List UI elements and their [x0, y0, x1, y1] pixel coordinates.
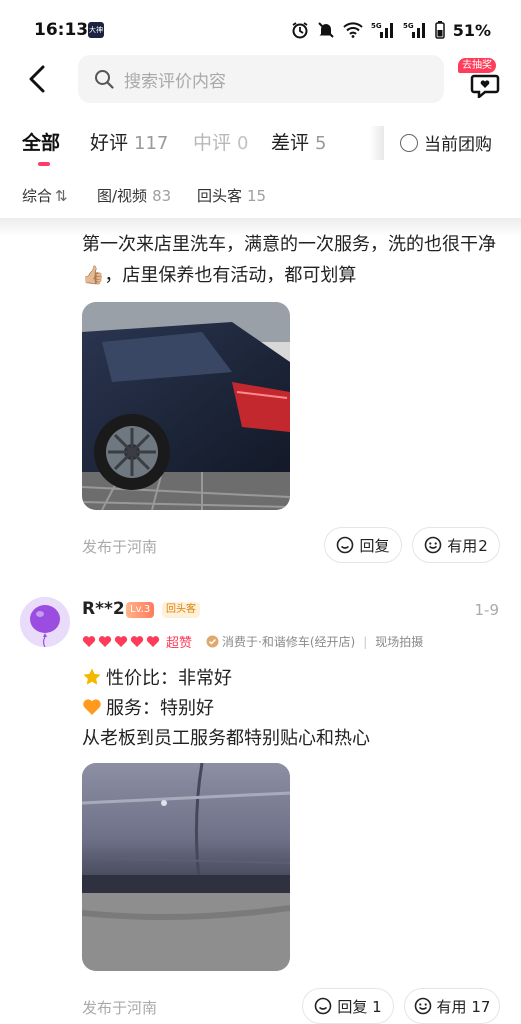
returning-filter[interactable]: 回头客 15: [197, 185, 266, 206]
capture-label: 现场拍摄: [375, 635, 424, 649]
rating-tabs: 全部 好评 117 中评 0 差评 5 当前团购: [0, 118, 521, 166]
tab-positive[interactable]: 好评 117: [90, 128, 168, 155]
useful-button[interactable]: 有用2: [412, 527, 500, 563]
tab-count: 0: [237, 133, 249, 154]
shop-info: 消费于·和谐修车(经开店) | 现场拍摄: [206, 633, 423, 650]
useful-button[interactable]: 有用 17: [404, 988, 500, 1024]
smile-icon: [414, 997, 431, 1015]
gift-heart-icon: [470, 74, 500, 98]
review-date: 1-9: [474, 601, 500, 619]
reply-button[interactable]: 回复: [324, 527, 402, 563]
post-location: 发布于河南: [82, 538, 158, 556]
signal-5g-icon-2: 5G: [403, 22, 425, 38]
radio-icon: [400, 133, 418, 152]
attribute-price: 性价比：非常好: [82, 664, 232, 690]
signal-5g-icon: 5G: [371, 22, 393, 38]
sub-filters: 综合 ⇅ 图/视频 83 回头客 15: [0, 180, 521, 210]
balloon-avatar-icon: [20, 597, 70, 647]
wifi-icon: [343, 22, 363, 38]
tabs-fade: [370, 126, 384, 160]
username[interactable]: R**2: [82, 599, 125, 619]
status-bar: 16:13 大神 5G 5G 51%: [0, 0, 521, 52]
status-time: 16:13: [34, 20, 89, 40]
battery-level: 51%: [452, 20, 491, 40]
search-input[interactable]: 搜索评价内容: [78, 55, 444, 103]
sort-icon: ⇅: [55, 187, 68, 205]
svg-text:5G: 5G: [371, 22, 382, 30]
active-tab-indicator: [38, 162, 50, 166]
reply-icon: [337, 536, 354, 554]
tab-neutral[interactable]: 中评 0: [193, 128, 248, 155]
search-icon: [95, 70, 114, 89]
app-notification-icon: 大神: [88, 22, 104, 38]
chevron-left-icon: [29, 65, 45, 93]
media-filter[interactable]: 图/视频 83: [97, 185, 171, 206]
review-photo[interactable]: [82, 763, 290, 971]
reply-icon: [315, 997, 332, 1015]
top-bar: 搜索评价内容 去抽奖: [0, 52, 521, 108]
tab-count: 5: [315, 133, 327, 154]
heart-icon: [98, 636, 112, 647]
verified-icon: [206, 635, 219, 648]
post-location: 发布于河南: [82, 999, 158, 1017]
current-group-toggle[interactable]: 当前团购: [400, 130, 492, 155]
back-button[interactable]: [22, 62, 52, 96]
heart-icon: [130, 636, 144, 647]
reply-button[interactable]: 回复 1: [302, 988, 394, 1024]
attribute-service: 服务：特别好: [82, 694, 214, 720]
heart-icon: [82, 636, 96, 647]
heart-icon: [146, 636, 160, 647]
search-placeholder: 搜索评价内容: [124, 71, 226, 92]
car-rear-photo: [82, 302, 290, 510]
level-tag: Lv.3: [126, 602, 155, 618]
divider: |: [363, 634, 368, 649]
tab-negative[interactable]: 差评 5: [271, 128, 326, 155]
tab-count: 117: [134, 133, 169, 154]
lottery-button[interactable]: 去抽奖: [458, 58, 508, 102]
orange-heart-icon: [83, 699, 101, 715]
mute-icon: [317, 22, 334, 38]
sort-filter[interactable]: 综合 ⇅: [22, 185, 68, 206]
tab-all[interactable]: 全部: [22, 128, 60, 155]
rating-label: 超赞: [166, 636, 193, 651]
heart-icon: [114, 636, 128, 647]
star-icon: [83, 668, 101, 685]
status-icons: 5G 5G 51%: [291, 19, 491, 41]
avatar[interactable]: [20, 597, 70, 647]
smile-icon: [424, 536, 442, 554]
battery-icon: [434, 21, 445, 39]
alarm-icon: [292, 22, 308, 39]
returning-customer-tag: 回头客: [162, 602, 200, 618]
review-text: 从老板到员工服务都特别贴心和热心: [82, 728, 370, 749]
svg-text:5G: 5G: [403, 22, 414, 30]
car-side-photo: [82, 763, 290, 971]
rating-row: 超赞 消费于·和谐修车(经开店) | 现场拍摄: [82, 632, 423, 651]
review-text: 第一次来店里洗车，满意的一次服务，洗的也很干净👍🏼，店里保养也有活动，都可划算: [82, 234, 496, 286]
review-photo[interactable]: [82, 302, 290, 510]
